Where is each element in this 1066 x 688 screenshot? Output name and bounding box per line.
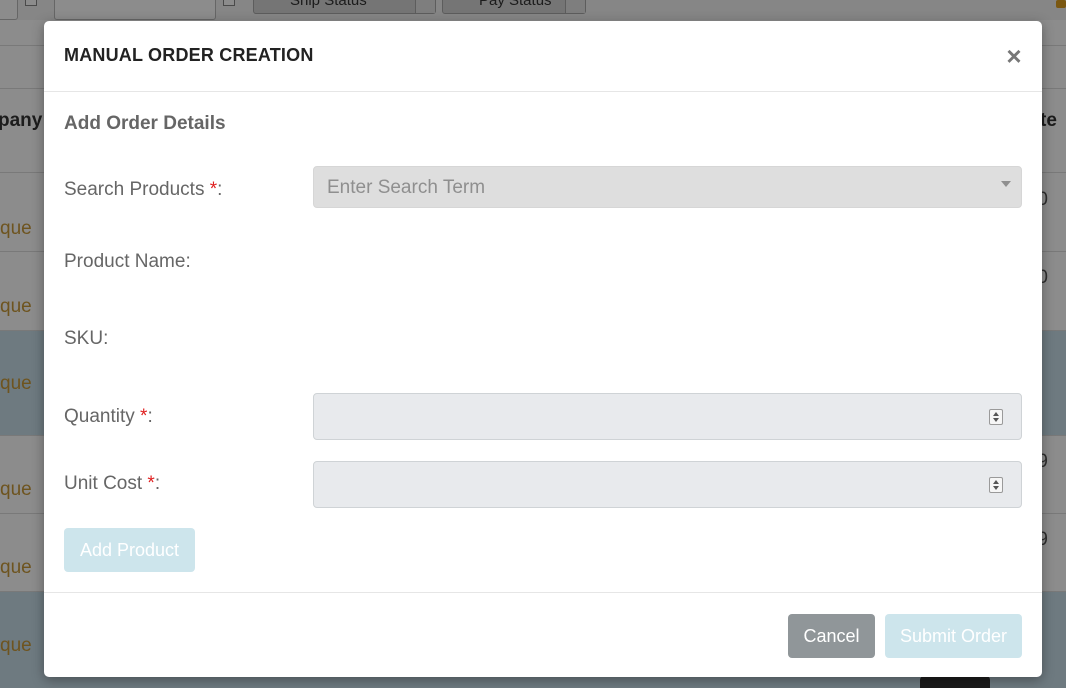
submit-order-button[interactable]: Submit Order <box>885 614 1022 658</box>
search-products-placeholder: Enter Search Term <box>327 177 486 198</box>
search-products-select[interactable]: Enter Search Term <box>313 166 1022 208</box>
close-icon[interactable]: × <box>1004 43 1024 69</box>
sku-label: SKU: <box>64 328 109 349</box>
search-products-label-text: Search Products <box>64 179 210 200</box>
chevron-down-icon <box>993 486 999 490</box>
chevron-up-icon <box>993 412 999 416</box>
unit-cost-stepper[interactable] <box>313 461 1022 508</box>
chevron-down-icon <box>993 418 999 422</box>
section-title: Add Order Details <box>64 113 226 134</box>
product-name-label: Product Name: <box>64 251 191 272</box>
chevron-down-icon <box>1001 181 1011 187</box>
label-colon: : <box>154 473 161 494</box>
unit-cost-label: Unit Cost *: <box>64 473 160 495</box>
quantity-label: Quantity *: <box>64 406 153 428</box>
modal-footer: Cancel Submit Order <box>44 592 1042 677</box>
required-marker: * <box>147 473 155 494</box>
unit-cost-label-text: Unit Cost <box>64 473 148 494</box>
add-product-button[interactable]: Add Product <box>64 528 195 572</box>
spinner-icon[interactable] <box>989 477 1003 493</box>
label-colon: : <box>217 179 223 200</box>
quantity-stepper[interactable] <box>313 393 1022 440</box>
modal-title: MANUAL ORDER CREATION <box>64 45 314 65</box>
chevron-up-icon <box>993 480 999 484</box>
cancel-button[interactable]: Cancel <box>788 614 875 658</box>
quantity-label-text: Quantity <box>64 406 141 427</box>
modal-header: MANUAL ORDER CREATION × <box>44 21 1042 92</box>
search-products-label: Search Products *: <box>64 179 222 201</box>
label-colon: : <box>147 406 153 427</box>
spinner-icon[interactable] <box>989 409 1003 425</box>
manual-order-modal: MANUAL ORDER CREATION × Add Order Detail… <box>44 21 1042 677</box>
